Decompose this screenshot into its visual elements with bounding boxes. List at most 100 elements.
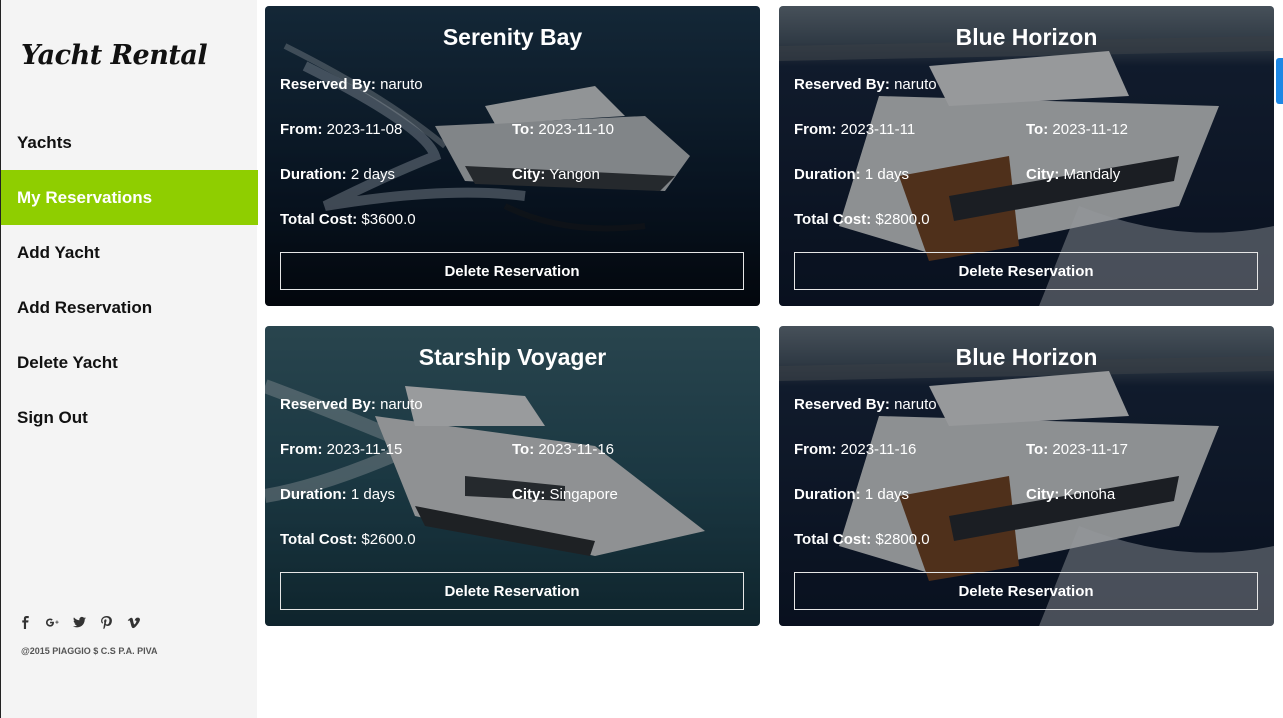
- to-value: 2023-11-10: [538, 121, 615, 138]
- scroll-indicator[interactable]: [1276, 58, 1283, 104]
- from-value: 2023-11-16: [840, 441, 917, 458]
- delete-reservation-button[interactable]: Delete Reservation: [794, 252, 1258, 290]
- sidebar-item-add-reservation[interactable]: Add Reservation: [1, 280, 258, 335]
- to-label: To:: [512, 121, 535, 138]
- delete-reservation-button[interactable]: Delete Reservation: [794, 572, 1258, 610]
- sidebar: Yacht Rental Yachts My Reservations Add …: [0, 0, 258, 718]
- to-field: To: 2023-11-17: [1026, 441, 1128, 458]
- duration-label: Duration:: [280, 166, 347, 183]
- total-cost-label: Total Cost:: [280, 531, 358, 548]
- social-links: [19, 616, 140, 629]
- to-field: To: 2023-11-12: [1026, 121, 1128, 138]
- to-label: To:: [512, 441, 535, 458]
- app-logo[interactable]: Yacht Rental: [21, 40, 208, 71]
- city-field: City: Konoha: [1026, 486, 1115, 503]
- total-cost-label: Total Cost:: [794, 531, 872, 548]
- city-label: City:: [1026, 486, 1060, 503]
- reserved-by-value: naruto: [894, 396, 937, 413]
- from-field: From: 2023-11-16: [794, 441, 916, 458]
- facebook-icon[interactable]: [19, 616, 32, 629]
- sidebar-item-yachts[interactable]: Yachts: [1, 115, 258, 170]
- twitter-icon[interactable]: [73, 616, 86, 629]
- duration-value: 2 days: [350, 166, 396, 183]
- to-value: 2023-11-16: [538, 441, 615, 458]
- reservation-card: Blue Horizon Reserved By: naruto From: 2…: [779, 326, 1274, 626]
- from-label: From:: [794, 441, 837, 458]
- from-label: From:: [280, 441, 323, 458]
- city-field: City: Yangon: [512, 166, 600, 183]
- reserved-by-field: Reserved By: naruto: [280, 76, 423, 93]
- duration-label: Duration:: [794, 166, 861, 183]
- from-label: From:: [794, 121, 837, 138]
- duration-field: Duration: 1 days: [280, 486, 395, 503]
- to-label: To:: [1026, 121, 1049, 138]
- total-cost-value: $2600.0: [361, 531, 416, 548]
- total-cost-value: $3600.0: [361, 211, 416, 228]
- yacht-title: Serenity Bay: [442, 24, 583, 50]
- reserved-by-label: Reserved By:: [280, 396, 376, 413]
- total-cost-field: Total Cost: $3600.0: [280, 211, 416, 228]
- reserved-by-label: Reserved By:: [280, 76, 376, 93]
- reserved-by-value: naruto: [380, 76, 423, 93]
- sidebar-item-add-yacht[interactable]: Add Yacht: [1, 225, 258, 280]
- google-plus-icon[interactable]: [46, 616, 59, 629]
- city-value: Yangon: [549, 166, 600, 183]
- from-value: 2023-11-11: [840, 121, 916, 138]
- duration-value: 1 days: [864, 486, 910, 503]
- reserved-by-field: Reserved By: naruto: [794, 396, 937, 413]
- duration-field: Duration: 2 days: [280, 166, 395, 183]
- sidebar-nav: Yachts My Reservations Add Yacht Add Res…: [1, 115, 258, 445]
- delete-reservation-button[interactable]: Delete Reservation: [280, 572, 744, 610]
- city-field: City: Mandaly: [1026, 166, 1120, 183]
- from-value: 2023-11-08: [326, 121, 403, 138]
- to-label: To:: [1026, 441, 1049, 458]
- to-value: 2023-11-12: [1052, 121, 1129, 138]
- reserved-by-field: Reserved By: naruto: [794, 76, 937, 93]
- from-value: 2023-11-15: [326, 441, 403, 458]
- copyright-text: @2015 PIAGGIO $ C.S P.A. PIVA: [21, 646, 158, 656]
- yacht-title: Starship Voyager: [418, 344, 607, 370]
- city-value: Konoha: [1063, 486, 1116, 503]
- total-cost-field: Total Cost: $2600.0: [280, 531, 416, 548]
- duration-label: Duration:: [280, 486, 347, 503]
- reserved-by-label: Reserved By:: [794, 76, 890, 93]
- to-field: To: 2023-11-16: [512, 441, 614, 458]
- total-cost-field: Total Cost: $2800.0: [794, 211, 930, 228]
- total-cost-value: $2800.0: [875, 211, 930, 228]
- city-value: Mandaly: [1063, 166, 1121, 183]
- delete-reservation-button[interactable]: Delete Reservation: [280, 252, 744, 290]
- duration-label: Duration:: [794, 486, 861, 503]
- duration-value: 1 days: [864, 166, 910, 183]
- reserved-by-label: Reserved By:: [794, 396, 890, 413]
- from-field: From: 2023-11-11: [794, 121, 915, 138]
- from-field: From: 2023-11-15: [280, 441, 402, 458]
- duration-value: 1 days: [350, 486, 396, 503]
- reservation-card: Starship Voyager Reserved By: naruto Fro…: [265, 326, 760, 626]
- reserved-by-field: Reserved By: naruto: [280, 396, 423, 413]
- to-value: 2023-11-17: [1052, 441, 1129, 458]
- city-label: City:: [1026, 166, 1060, 183]
- total-cost-value: $2800.0: [875, 531, 930, 548]
- pinterest-icon[interactable]: [100, 616, 113, 629]
- reserved-by-value: naruto: [380, 396, 423, 413]
- total-cost-label: Total Cost:: [280, 211, 358, 228]
- vimeo-icon[interactable]: [127, 616, 140, 629]
- sidebar-item-my-reservations[interactable]: My Reservations: [1, 170, 258, 225]
- duration-field: Duration: 1 days: [794, 486, 909, 503]
- yacht-title: Blue Horizon: [955, 344, 1098, 370]
- city-value: Singapore: [549, 486, 618, 503]
- city-label: City:: [512, 486, 546, 503]
- from-field: From: 2023-11-08: [280, 121, 402, 138]
- from-label: From:: [280, 121, 323, 138]
- sidebar-item-delete-yacht[interactable]: Delete Yacht: [1, 335, 258, 390]
- yacht-title: Blue Horizon: [955, 24, 1098, 50]
- reservation-card: Serenity Bay Reserved By: naruto From: 2…: [265, 6, 760, 306]
- total-cost-label: Total Cost:: [794, 211, 872, 228]
- total-cost-field: Total Cost: $2800.0: [794, 531, 930, 548]
- reservation-card: Blue Horizon Reserved By: naruto From: 2…: [779, 6, 1274, 306]
- reserved-by-value: naruto: [894, 76, 937, 93]
- duration-field: Duration: 1 days: [794, 166, 909, 183]
- city-field: City: Singapore: [512, 486, 618, 503]
- to-field: To: 2023-11-10: [512, 121, 614, 138]
- sidebar-item-sign-out[interactable]: Sign Out: [1, 390, 258, 445]
